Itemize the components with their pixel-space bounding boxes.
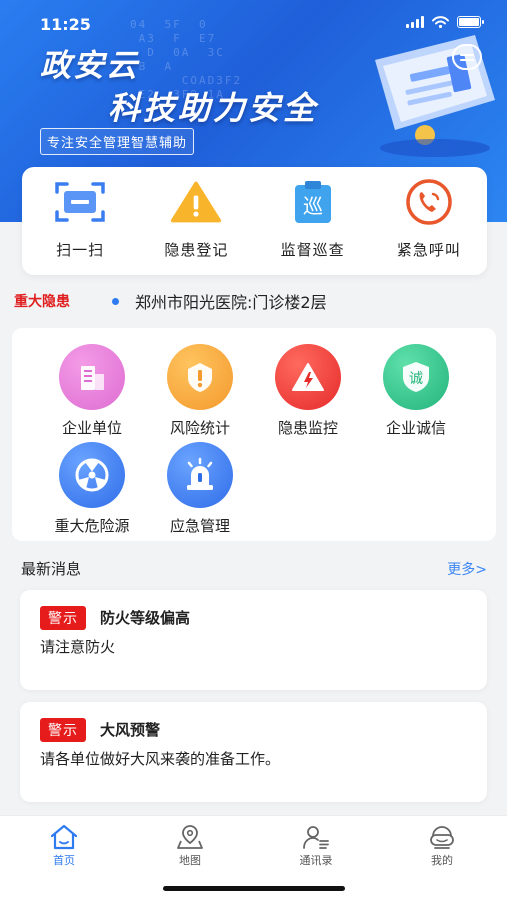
module-risk-stats[interactable]: 风险统计 <box>146 344 254 438</box>
tab-profile[interactable]: 我的 <box>402 824 482 868</box>
news-title: 防火等级偏高 <box>100 609 191 627</box>
alert-badge-icon <box>167 344 233 410</box>
news-section-title: 最新消息 <box>21 560 82 578</box>
contacts-icon <box>303 826 329 849</box>
lightning-warning-icon <box>275 344 341 410</box>
map-pin-icon <box>177 825 203 849</box>
module-label: 应急管理 <box>169 517 230 535</box>
module-hazard-monitor[interactable]: 隐患监控 <box>254 344 362 438</box>
banner-slogan: 科技助力安全 <box>108 89 319 127</box>
banner-subtitle: 专注安全管理智慧辅助 <box>40 128 195 155</box>
banner-title: 政安云 <box>40 48 139 84</box>
tab-label: 首页 <box>53 854 75 867</box>
notice-tag: 重大隐患 <box>14 294 70 310</box>
dashboard-illustration <box>375 35 495 157</box>
notice-bullet <box>112 298 119 305</box>
home-indicator[interactable] <box>163 886 345 891</box>
wifi-icon <box>432 16 449 28</box>
phone-call-icon <box>403 179 455 225</box>
module-major-hazard-source[interactable]: 重大危险源 <box>38 442 146 536</box>
module-label: 隐患监控 <box>277 419 338 437</box>
news-body: 请各单位做好大风来袭的准备工作。 <box>40 750 281 768</box>
siren-icon <box>167 442 233 508</box>
tab-label: 通讯录 <box>299 854 333 867</box>
tab-map[interactable]: 地图 <box>150 824 230 868</box>
quick-action-label: 紧急呼叫 <box>396 241 461 259</box>
quick-action-label: 监督巡查 <box>280 241 345 259</box>
module-enterprise[interactable]: 企业单位 <box>38 344 146 438</box>
quick-action-scan[interactable]: 扫一扫 <box>22 167 138 275</box>
module-grid: 企业单位 风险统计 隐患监控 诚 企业诚信 重大危险源 应急管理 <box>12 328 496 541</box>
cellular-signal-icon <box>406 16 424 28</box>
module-label: 重大危险源 <box>54 517 130 535</box>
svg-text:巡: 巡 <box>303 194 323 218</box>
shield-icon: 诚 <box>383 344 449 410</box>
scan-icon <box>54 179 106 225</box>
module-integrity[interactable]: 诚 企业诚信 <box>362 344 470 438</box>
notice-text: 郑州市阳光医院:门诊楼2层 <box>135 293 327 312</box>
quick-action-label: 隐患登记 <box>164 241 229 259</box>
status-bar: 11:25 <box>0 0 507 46</box>
news-title: 大风预警 <box>100 721 161 739</box>
news-section-header: 最新消息 更多> <box>0 556 507 580</box>
tab-label: 我的 <box>431 854 453 867</box>
quick-actions-card: 扫一扫 隐患登记 巡 监督巡查 紧急呼叫 <box>22 167 487 275</box>
warning-triangle-icon <box>170 179 222 225</box>
message-icon[interactable] <box>452 44 482 70</box>
patrol-clipboard-icon: 巡 <box>287 179 339 225</box>
module-label: 企业诚信 <box>385 419 446 437</box>
tab-home[interactable]: 首页 <box>24 824 104 868</box>
tab-label: 地图 <box>179 854 201 867</box>
news-card[interactable]: 警示 防火等级偏高 请注意防火 <box>20 590 487 690</box>
module-label: 企业单位 <box>61 419 122 437</box>
news-card[interactable]: 警示 大风预警 请各单位做好大风来袭的准备工作。 <box>20 702 487 802</box>
module-label: 风险统计 <box>169 419 230 437</box>
status-time: 11:25 <box>40 15 91 34</box>
quick-action-label: 扫一扫 <box>56 241 105 259</box>
module-emergency-management[interactable]: 应急管理 <box>146 442 254 536</box>
news-more-link[interactable]: 更多> <box>447 559 487 579</box>
warning-tag: 警示 <box>40 606 86 630</box>
news-body: 请注意防火 <box>40 638 116 656</box>
tab-contacts[interactable]: 通讯录 <box>276 824 356 868</box>
radiation-icon <box>59 442 125 508</box>
profile-icon <box>430 826 454 849</box>
battery-icon <box>457 16 484 28</box>
home-icon <box>50 824 78 850</box>
quick-action-emergency-call[interactable]: 紧急呼叫 <box>371 167 487 275</box>
building-icon <box>59 344 125 410</box>
svg-text:诚: 诚 <box>409 371 423 387</box>
quick-action-hazard-register[interactable]: 隐患登记 <box>138 167 254 275</box>
warning-tag: 警示 <box>40 718 86 742</box>
quick-action-patrol[interactable]: 巡 监督巡查 <box>255 167 371 275</box>
major-hazard-ticker[interactable]: 重大隐患 郑州市阳光医院:门诊楼2层 <box>0 284 507 316</box>
